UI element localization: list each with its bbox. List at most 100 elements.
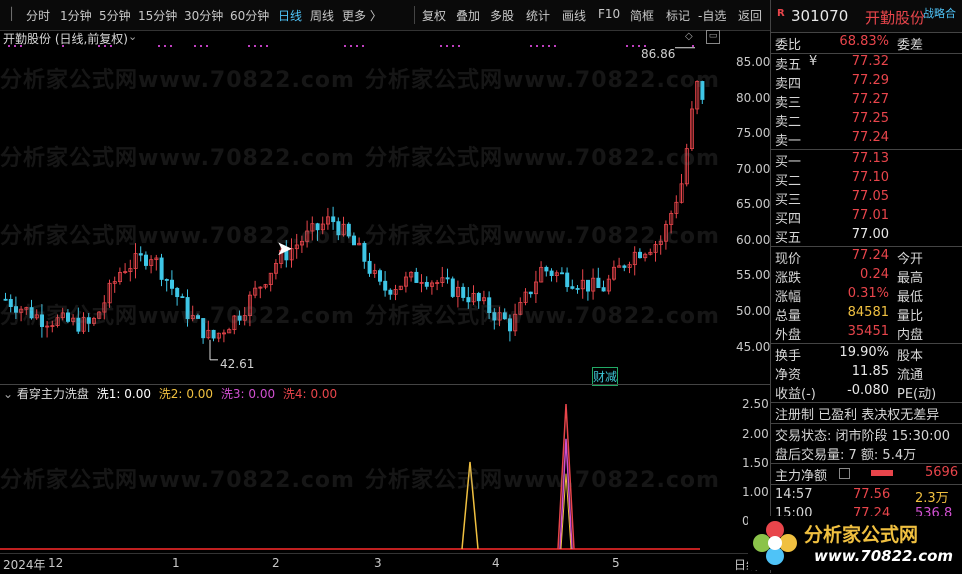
bid1-label: 买一 bbox=[775, 155, 802, 170]
signal-dot bbox=[554, 45, 556, 47]
candle-body bbox=[528, 291, 533, 295]
f10-button[interactable]: F10 bbox=[598, 7, 620, 21]
pe-label: PE(动) bbox=[897, 387, 937, 402]
price-tick: 85.00 bbox=[736, 55, 771, 69]
signal-dot bbox=[638, 45, 640, 47]
tab-weekly[interactable]: 周线 bbox=[310, 7, 334, 24]
bid2-price: 77.10 bbox=[851, 170, 889, 185]
net-asset-label: 净资 bbox=[775, 368, 802, 383]
w2-label: 洗2: bbox=[158, 387, 183, 401]
signal-dot bbox=[440, 45, 442, 47]
price-tick: 65.00 bbox=[736, 197, 771, 211]
logo-text: 分析家公式网 bbox=[804, 524, 919, 546]
fuquan-button[interactable]: 复权 bbox=[422, 7, 446, 24]
change-label: 涨跌 bbox=[775, 271, 802, 286]
site-logo: 分析家公式网 www.70822.com bbox=[748, 516, 960, 570]
after-hours-volume: 盘后交易量: 7 额: 5.4万 bbox=[775, 448, 917, 463]
restore-window-icon[interactable]: ▭ bbox=[706, 30, 720, 44]
month-tick: 1 bbox=[172, 556, 180, 570]
date-axis: 2024年 12 1 2 3 4 5 日线 bbox=[0, 553, 770, 574]
signal-dot bbox=[356, 45, 358, 47]
stats-button[interactable]: 统计 bbox=[526, 7, 550, 24]
simple-frame-button[interactable]: 简框 bbox=[630, 7, 654, 24]
draw-button[interactable]: 画线 bbox=[562, 7, 586, 24]
candle-body bbox=[377, 270, 382, 282]
candle-body bbox=[414, 271, 419, 283]
signal-dot bbox=[194, 45, 196, 47]
high-label: 最高 bbox=[897, 271, 924, 286]
weibi-value: 68.83% bbox=[839, 34, 889, 49]
signal-dot bbox=[200, 45, 202, 47]
tab-intraday[interactable]: 分时 bbox=[26, 7, 50, 24]
more-menu[interactable]: 更多 〉 bbox=[342, 7, 382, 24]
ask5-label: 卖五 bbox=[775, 58, 802, 73]
watermark: 分析家公式网www.70822.com bbox=[365, 304, 720, 329]
turnover-value: 19.90% bbox=[839, 345, 889, 360]
signal-dot bbox=[542, 45, 544, 47]
signal-dot bbox=[170, 45, 172, 47]
w3-value: 0.00 bbox=[248, 387, 276, 401]
chart-title: 开勤股份 (日线,前复权) bbox=[3, 32, 128, 46]
w3-label: 洗3: bbox=[220, 387, 245, 401]
w1-value: 0.00 bbox=[124, 387, 151, 401]
overlay-button[interactable]: 叠加 bbox=[456, 7, 480, 24]
tab-60min[interactable]: 60分钟 bbox=[230, 7, 269, 24]
signal-dot bbox=[158, 45, 160, 47]
signal-dot bbox=[206, 45, 208, 47]
w1-label: 洗1: bbox=[96, 387, 121, 401]
ask3-label: 卖三 bbox=[775, 96, 802, 111]
vol-ratio-label: 量比 bbox=[897, 309, 924, 324]
ask2-price: 77.25 bbox=[851, 111, 889, 126]
candle-body bbox=[450, 278, 455, 297]
candle-body bbox=[383, 280, 388, 291]
month-tick: 5 bbox=[612, 556, 620, 570]
ind-tick: 2.00 bbox=[742, 427, 769, 441]
month-tick: 3 bbox=[374, 556, 382, 570]
candle-body bbox=[565, 272, 570, 288]
logo-url: www.70822.com bbox=[814, 547, 954, 565]
tab-1min[interactable]: 1分钟 bbox=[60, 7, 92, 24]
list-icon[interactable] bbox=[839, 468, 850, 479]
watermark: 分析家公式网www.70822.com bbox=[0, 68, 355, 93]
change-pct-value: 0.31% bbox=[847, 286, 889, 301]
tab-15min[interactable]: 15分钟 bbox=[138, 7, 177, 24]
watermark: 分析家公式网www.70822.com bbox=[0, 224, 355, 249]
candle-body bbox=[388, 289, 393, 295]
ask3-price: 77.27 bbox=[851, 92, 889, 107]
signal-dot bbox=[446, 45, 448, 47]
bid3-price: 77.05 bbox=[851, 189, 889, 204]
candle-body bbox=[570, 286, 575, 289]
watermark: 分析家公式网www.70822.com bbox=[0, 304, 355, 329]
signal-dot bbox=[536, 45, 538, 47]
candle-body bbox=[461, 286, 466, 298]
tab-5min[interactable]: 5分钟 bbox=[99, 7, 131, 24]
tick-volume: 2.3万 bbox=[915, 491, 949, 506]
tab-30min[interactable]: 30分钟 bbox=[184, 7, 223, 24]
flower-logo-icon bbox=[753, 521, 797, 565]
multi-stock-button[interactable]: 多股 bbox=[490, 7, 514, 24]
volume-value: 84581 bbox=[847, 305, 889, 320]
chevron-down-icon[interactable]: ⌄ bbox=[3, 387, 13, 401]
add-favorite-button[interactable]: -自选 bbox=[698, 7, 726, 24]
quote-panel: R 301070 开勤股份 战略合 委比 68.83% 委差 卖五 ¥77.32 卖四… bbox=[770, 0, 962, 573]
period-toolbar: │ 分时 1分钟 5分钟 15分钟 30分钟 60分钟 日线 周线 更多 〉 复… bbox=[0, 0, 770, 31]
candle-body bbox=[622, 265, 627, 268]
diamond-icon: ◇ bbox=[685, 31, 693, 42]
back-button[interactable]: 返回 bbox=[738, 7, 762, 24]
signal-dot bbox=[248, 45, 250, 47]
signal-dot bbox=[362, 45, 364, 47]
float-label: 流通 bbox=[897, 368, 924, 383]
watermark: 分析家公式网www.70822.com bbox=[0, 468, 355, 493]
strategy-tag[interactable]: 战略合 bbox=[923, 5, 956, 21]
watermark: 分析家公式网www.70822.com bbox=[365, 468, 720, 493]
price-tick: 55.00 bbox=[736, 268, 771, 282]
mark-button[interactable]: 标记 bbox=[666, 7, 690, 24]
ask4-price: 77.29 bbox=[851, 73, 889, 88]
tab-daily[interactable]: 日线 bbox=[278, 7, 302, 24]
main-net-bar bbox=[871, 470, 893, 476]
signal-dot bbox=[548, 45, 550, 47]
chevron-down-icon[interactable]: ⌄ bbox=[128, 30, 137, 43]
signal-dot bbox=[626, 45, 628, 47]
last-price-value: 77.24 bbox=[851, 248, 889, 263]
change-value: 0.24 bbox=[860, 267, 889, 282]
